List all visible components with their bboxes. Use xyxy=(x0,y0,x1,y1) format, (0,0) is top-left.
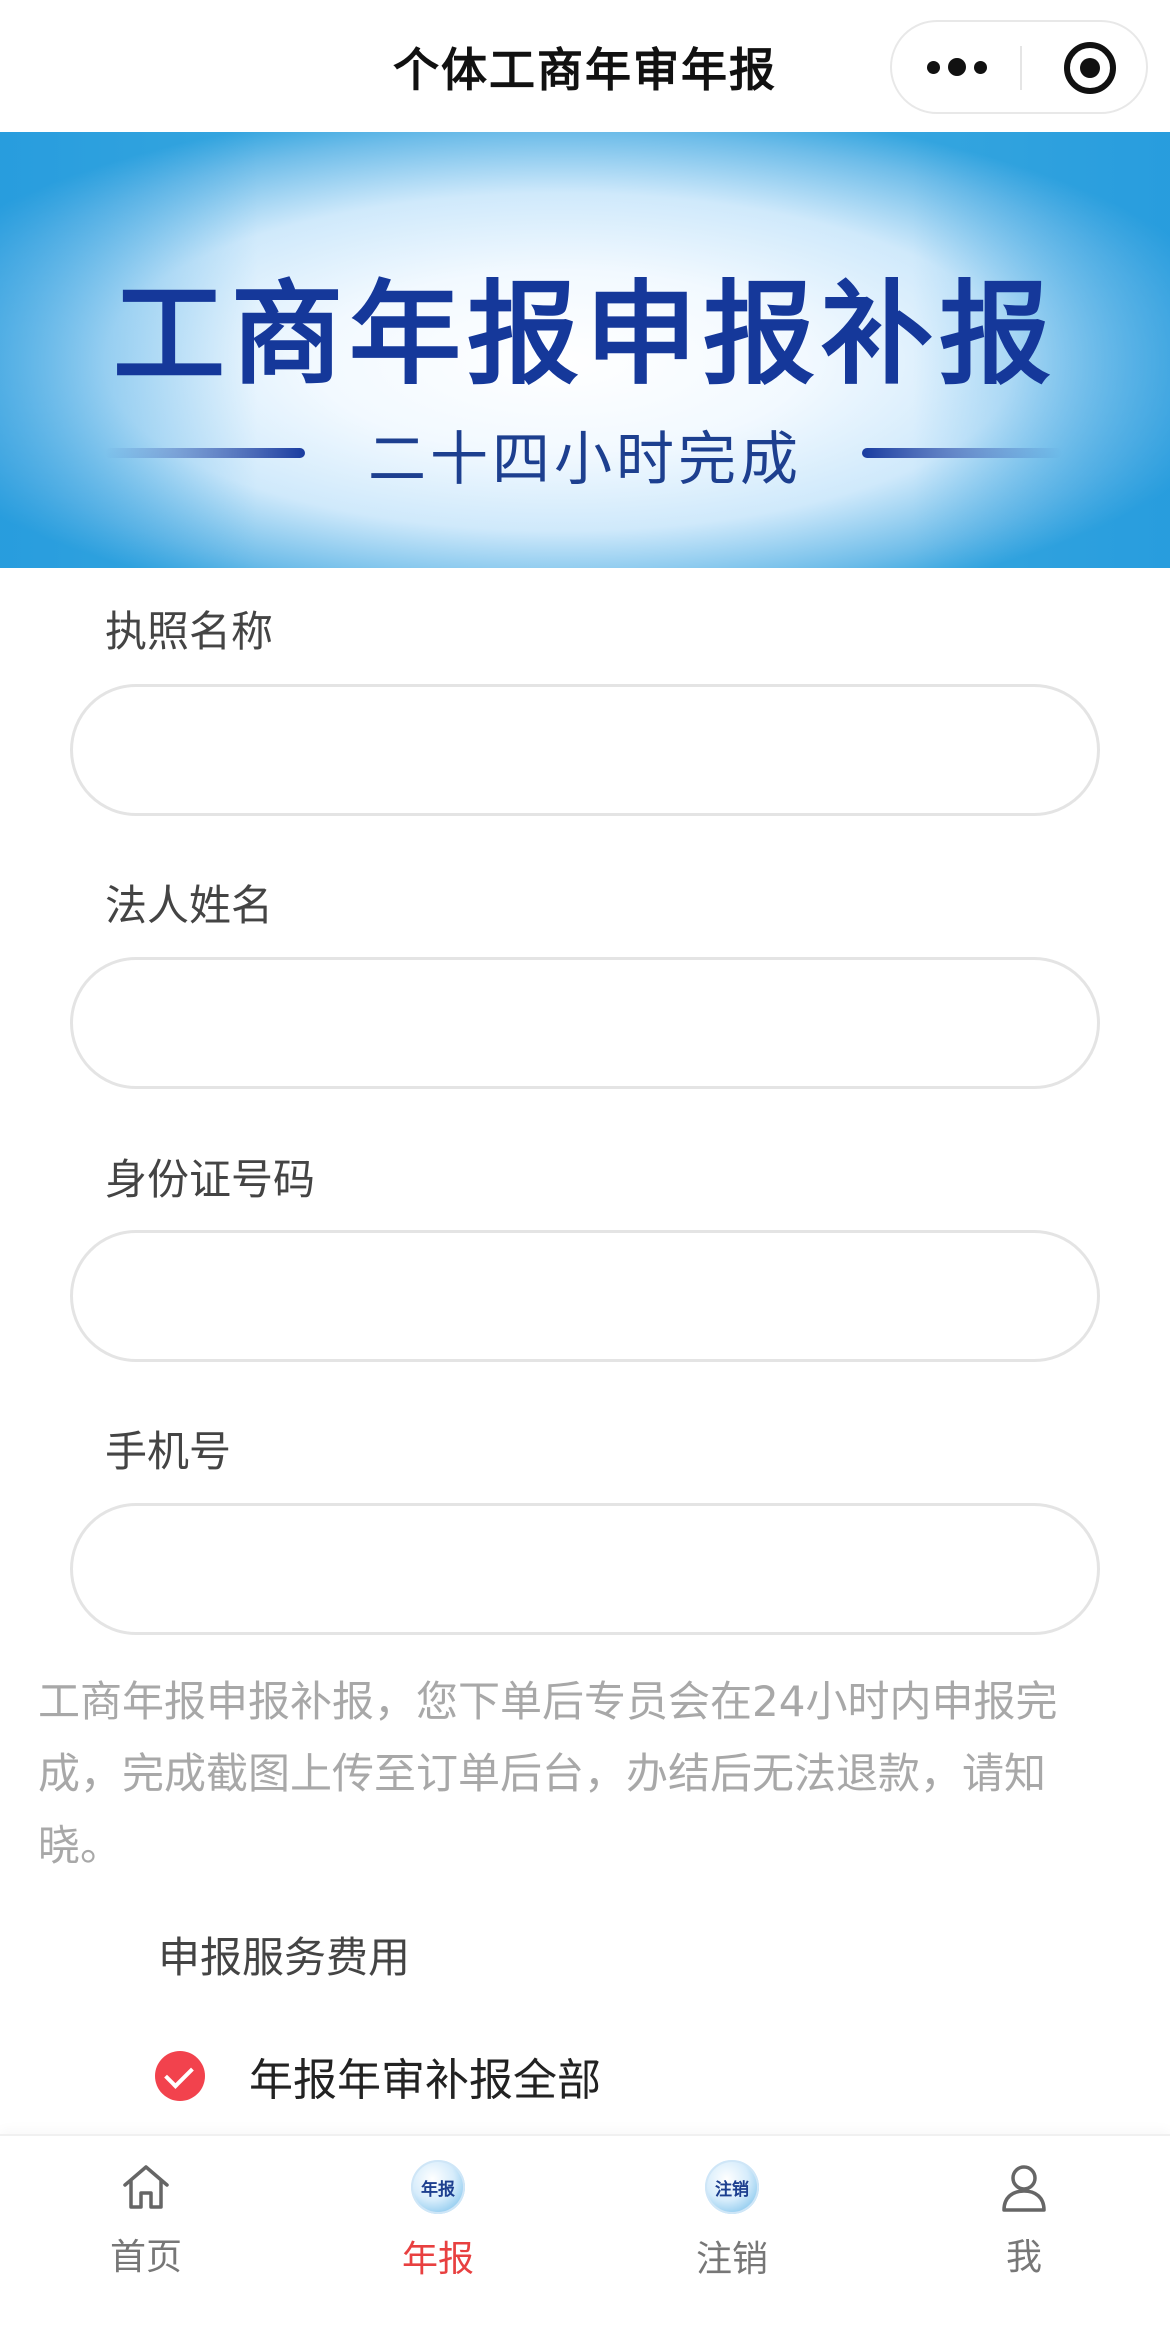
tab-annual-report[interactable]: 年报 年报 xyxy=(338,2158,538,2282)
id-number-label: 身份证号码 xyxy=(105,1155,316,1204)
phone-label: 手机号 xyxy=(105,1427,232,1476)
id-number-input[interactable] xyxy=(70,1230,1100,1362)
promo-banner: 工商年报申报补报 二十四小时完成 xyxy=(0,132,1170,568)
tab-cancellation[interactable]: 注销 注销 xyxy=(632,2158,832,2282)
phone-input[interactable] xyxy=(70,1503,1100,1635)
mini-program-capsule xyxy=(890,20,1148,114)
tab-me[interactable]: 我 xyxy=(924,2158,1124,2280)
tab-annual-report-label: 年报 xyxy=(401,2239,474,2280)
fee-option[interactable]: 年报年审补报全部 xyxy=(155,2048,601,2106)
legal-person-label: 法人姓名 xyxy=(105,881,274,930)
tab-me-label: 我 xyxy=(1005,2237,1042,2278)
fee-section-label: 申报服务费用 xyxy=(158,1933,411,1982)
tab-cancellation-label: 注销 xyxy=(695,2239,768,2280)
service-notice: 工商年报申报补报，您下单后专员会在24小时内申报完成，完成截图上传至订单后台，办… xyxy=(38,1677,1058,1870)
home-icon xyxy=(117,2158,175,2216)
bottom-tabbar: 首页 年报 年报 注销 注销 我 xyxy=(0,2134,1170,2327)
user-icon xyxy=(995,2158,1053,2216)
capsule-divider xyxy=(1020,46,1022,90)
more-options-icon[interactable] xyxy=(892,22,1022,112)
annual-report-icon: 年报 xyxy=(411,2160,465,2214)
top-navbar: 个体工商年审年报 xyxy=(0,0,1170,132)
tab-home[interactable]: 首页 xyxy=(46,2158,246,2280)
fee-option-label: 年报年审补报全部 xyxy=(249,2055,601,2106)
banner-title: 工商年报申报补报 xyxy=(113,270,1057,400)
license-name-label: 执照名称 xyxy=(105,607,274,656)
cancellation-icon: 注销 xyxy=(705,2160,759,2214)
checked-icon[interactable] xyxy=(155,2051,205,2101)
license-name-input[interactable] xyxy=(70,684,1100,816)
close-program-icon[interactable] xyxy=(1064,42,1116,94)
legal-person-input[interactable] xyxy=(70,957,1100,1089)
banner-decor-line-right xyxy=(862,448,1062,458)
tab-home-label: 首页 xyxy=(109,2237,182,2278)
